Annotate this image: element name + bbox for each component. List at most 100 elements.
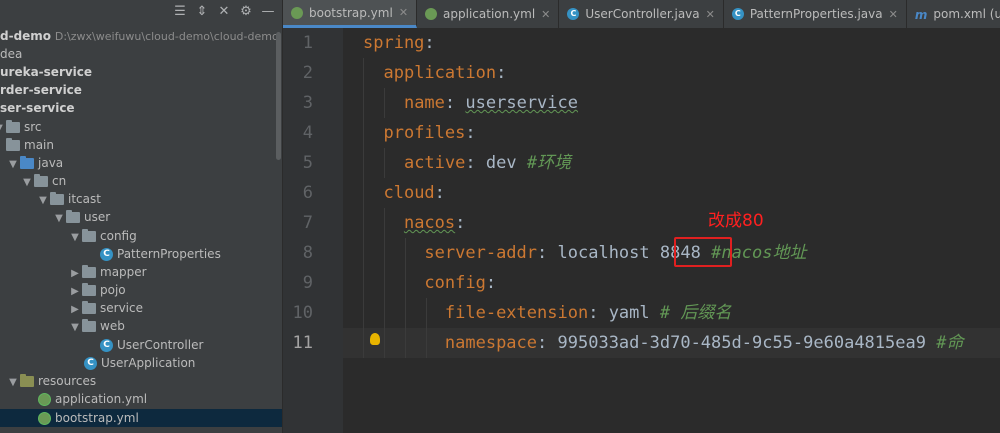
settings-icon[interactable]: ⚙ — [238, 4, 254, 19]
tree-item-label: main — [24, 138, 54, 152]
tree-item-web[interactable]: ▼ web — [68, 317, 125, 335]
chevron-down-icon[interactable]: ▼ — [68, 319, 82, 337]
tree-item-cn[interactable]: ▼ cn — [20, 172, 66, 190]
spring-boot-class-icon: C — [84, 357, 97, 370]
tree-item-bootstrap-yml[interactable]: bootstrap.yml — [0, 409, 282, 427]
tab-label: pom.xml (user-service) — [933, 7, 1000, 21]
tab-application-yml[interactable]: application.yml ✕ — [417, 0, 560, 28]
tab-patternproperties-java[interactable]: C PatternProperties.java ✕ — [724, 0, 907, 28]
tree-item-resources[interactable]: ▼ resources — [6, 372, 96, 390]
yaml-key: config — [424, 273, 486, 293]
line-number: 5 — [302, 153, 313, 173]
lightbulb-icon[interactable] — [370, 333, 380, 345]
line-number: 4 — [302, 123, 313, 143]
yaml-spring-icon — [291, 6, 303, 19]
java-class-icon: C — [100, 339, 113, 352]
chevron-down-icon[interactable]: ▼ — [36, 192, 50, 210]
tab-label: bootstrap.yml — [309, 5, 393, 20]
annotation-text: 改成80 — [708, 211, 764, 231]
package-icon — [50, 192, 64, 205]
chevron-down-icon[interactable]: ▼ — [52, 210, 66, 228]
yaml-comment: #环境 — [526, 153, 572, 173]
colon: : — [424, 33, 435, 53]
line-number: 10 — [292, 303, 313, 323]
tree-item-label: bootstrap.yml — [55, 411, 139, 425]
tab-bootstrap-yml[interactable]: bootstrap.yml ✕ — [283, 0, 418, 28]
code-editor[interactable]: spring: application: name: userservice p… — [343, 28, 1000, 433]
java-class-icon: C — [567, 8, 580, 20]
tree-item-label: itcast — [68, 192, 101, 206]
tree-item-application-yml[interactable]: application.yml — [38, 390, 147, 408]
yaml-key: spring — [363, 33, 425, 53]
tree-item-patternproperties[interactable]: C PatternProperties — [100, 245, 221, 263]
tab-label: application.yml — [443, 7, 536, 21]
tree-item-mapper[interactable]: ▶ mapper — [68, 263, 147, 281]
tree-item-idea[interactable]: dea — [0, 45, 22, 63]
colon: : — [465, 123, 476, 143]
minimize-icon[interactable]: — — [260, 4, 276, 19]
close-icon[interactable]: ✕ — [541, 8, 550, 21]
tree-item-eureka-service[interactable]: ureka-service — [0, 63, 92, 81]
tree-item-java[interactable]: ▼ java — [6, 154, 63, 172]
tree-item-config[interactable]: ▼ config — [68, 227, 137, 245]
tree-item-order-service[interactable]: rder-service — [0, 81, 82, 99]
close-icon[interactable]: ✕ — [399, 6, 408, 19]
tree-item-main[interactable]: main — [6, 136, 54, 154]
colon: : — [444, 93, 456, 113]
colon: : — [537, 333, 548, 353]
code-line-6: cloud: — [363, 178, 444, 208]
code-line-11: namespace: 995033ad-3d70-485d-9c55-9e60a… — [363, 328, 964, 358]
yaml-key: profiles — [383, 123, 466, 143]
yaml-key: nacos — [403, 213, 456, 233]
resources-folder-icon — [20, 374, 34, 387]
close-icon[interactable]: ✕ — [706, 8, 715, 21]
vertical-scrollbar[interactable] — [276, 32, 281, 160]
tree-item-usercontroller[interactable]: C UserController — [100, 336, 203, 354]
tab-usercontroller-java[interactable]: C UserController.java ✕ — [559, 0, 724, 28]
yaml-spring-icon — [425, 8, 438, 20]
code-line-1: spring: — [363, 28, 435, 58]
project-panel: ☰ ⇕ ✕ ⚙ — d-demo D:\zwx\weifuwu\cloud-de… — [0, 0, 282, 433]
expand-icon[interactable]: ⇕ — [194, 4, 210, 19]
yaml-key: name — [403, 93, 445, 113]
package-icon — [34, 174, 48, 187]
colon: : — [496, 63, 507, 83]
colon: : — [588, 303, 599, 323]
package-icon — [82, 301, 96, 314]
tree-item-service[interactable]: ▶ service — [68, 299, 143, 317]
yaml-value: localhost — [557, 243, 650, 263]
colon: : — [465, 153, 476, 173]
tree-item-label: service — [100, 301, 143, 315]
yaml-value: dev — [485, 153, 517, 173]
line-number: 2 — [302, 63, 313, 83]
tree-item-user-service[interactable]: ser-service — [0, 99, 75, 117]
package-icon — [82, 283, 96, 296]
tree-root[interactable]: d-demo D:\zwx\weifuwu\cloud-demo\cloud-d… — [0, 27, 279, 45]
tree-item-itcast[interactable]: ▼ itcast — [36, 190, 101, 208]
root-path: D:\zwx\weifuwu\cloud-demo\cloud-demo — [54, 30, 279, 43]
close-icon[interactable]: ✕ — [889, 8, 898, 21]
tree-item-user[interactable]: ▼ user — [52, 208, 110, 226]
tab-label: PatternProperties.java — [749, 7, 883, 21]
chevron-down-icon[interactable]: ▼ — [6, 156, 20, 174]
yaml-spring-icon — [38, 393, 51, 406]
line-number: 11 — [283, 328, 313, 358]
chevron-down-icon[interactable]: ▼ — [20, 174, 34, 192]
colon: : — [485, 273, 497, 293]
root-name: d-demo — [0, 29, 52, 43]
yaml-comment: #命 — [936, 333, 964, 353]
collapse-all-icon[interactable]: ☰ — [172, 4, 188, 19]
tab-pom-xml[interactable]: m pom.xml (user-service) — [907, 0, 1000, 28]
line-number: 9 — [302, 273, 313, 293]
hide-icon[interactable]: ✕ — [216, 4, 232, 19]
tree-item-label: PatternProperties — [117, 247, 221, 261]
yaml-key: namespace — [444, 333, 538, 353]
tree-item-label: java — [38, 156, 64, 170]
tree-item-src[interactable]: ▼src — [0, 118, 42, 136]
code-line-8: server-addr: localhost 8848 #nacos地址 — [363, 238, 806, 268]
tree-item-pojo[interactable]: ▶ pojo — [68, 281, 126, 299]
tree-item-userapplication[interactable]: C UserApplication — [84, 354, 195, 372]
chevron-down-icon[interactable]: ▼ — [68, 229, 82, 247]
source-folder-icon — [20, 156, 34, 169]
chevron-down-icon[interactable]: ▼ — [6, 374, 20, 392]
